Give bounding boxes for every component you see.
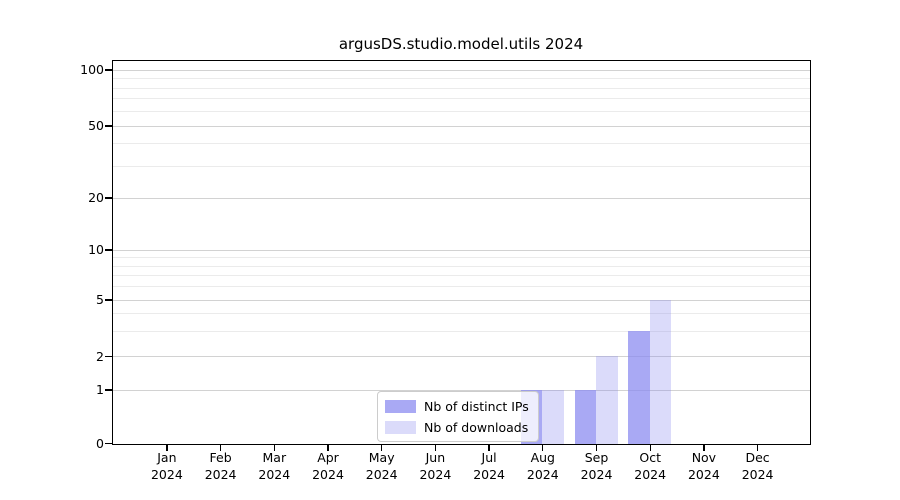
chart-title: argusDS.studio.model.utils 2024	[338, 35, 584, 53]
gridline-minor	[113, 275, 810, 277]
gridline-minor	[113, 257, 810, 259]
y-tick-label: 10	[88, 242, 104, 257]
y-tick-mark	[105, 69, 112, 71]
legend-label-downloads: Nb of downloads	[424, 419, 529, 435]
gridline-minor	[113, 78, 810, 79]
y-tick-label: 20	[88, 190, 104, 205]
y-tick-mark	[105, 197, 112, 199]
legend-label-distinct-ips: Nb of distinct IPs	[424, 398, 529, 414]
bar-nb-of-downloads-sep-2024	[596, 356, 618, 444]
y-tick-mark	[105, 125, 112, 127]
y-tick-label: 2	[96, 348, 104, 364]
legend-swatch-distinct-ips	[385, 399, 416, 413]
gridline-minor	[113, 286, 810, 288]
gridline-minor	[113, 313, 810, 315]
gridline-major	[113, 249, 810, 251]
y-tick-mark	[105, 249, 112, 251]
y-tick-mark	[105, 355, 112, 358]
y-tick-mark	[105, 389, 112, 391]
bar-nb-of-downloads-oct-2024	[649, 299, 672, 444]
bar-nb-of-downloads-aug-2024	[542, 389, 564, 444]
figure: argusDS.studio.model.utils 2024 Nb of di…	[0, 0, 900, 500]
y-tick-label: 100	[80, 62, 104, 77]
y-tick-label: 5	[96, 292, 104, 307]
plot-inner: Nb of distinct IPs Nb of downloads	[113, 61, 810, 444]
gridline-minor	[113, 265, 810, 267]
y-tick-mark	[105, 299, 112, 301]
y-tick-label: 0	[96, 435, 104, 451]
gridline-major	[113, 125, 810, 127]
plot-area: Nb of distinct IPs Nb of downloads	[112, 60, 811, 445]
x-tick-label: Dec 2024	[741, 450, 774, 482]
bar-nb-of-distinct-ips-sep-2024	[574, 389, 596, 444]
y-tick-mark	[105, 442, 112, 445]
gridline-major	[113, 299, 810, 301]
gridline-minor	[113, 165, 810, 167]
gridline-minor	[113, 330, 810, 332]
legend: Nb of distinct IPs Nb of downloads	[377, 391, 539, 442]
legend-swatch-downloads	[385, 420, 416, 434]
gridline-major	[113, 356, 810, 357]
legend-item-downloads: Nb of downloads	[385, 418, 529, 436]
gridline-minor	[113, 143, 810, 145]
gridline-major	[113, 197, 810, 199]
gridline-minor	[113, 87, 810, 89]
y-tick-label: 1	[96, 382, 104, 397]
legend-item-distinct-ips: Nb of distinct IPs	[385, 397, 529, 415]
gridline-minor	[113, 98, 810, 100]
y-tick-label: 50	[88, 118, 104, 133]
gridline-minor	[113, 110, 810, 112]
bar-nb-of-distinct-ips-oct-2024	[628, 330, 650, 444]
gridline-major	[113, 69, 810, 71]
